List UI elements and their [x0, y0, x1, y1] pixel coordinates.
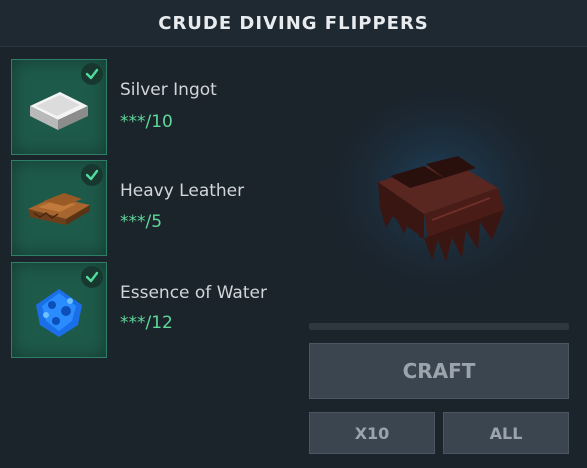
ingredient-quantity: ***/5 [120, 212, 163, 232]
ingredient-name: Heavy Leather [120, 181, 245, 201]
check-icon [81, 266, 103, 288]
silver-ingot-icon [30, 92, 88, 130]
title-bar: CRUDE DIVING FLIPPERS [0, 0, 587, 47]
heavy-leather-icon [28, 193, 90, 225]
ingredient-quantity: ***/12 [120, 313, 173, 333]
craft-x10-button[interactable]: X10 [309, 412, 435, 454]
ingredient-quantity: ***/10 [120, 112, 173, 132]
crude-diving-flippers-icon [320, 90, 560, 310]
check-icon [81, 63, 103, 85]
check-icon [81, 164, 103, 186]
ingredient-slot-heavy-leather[interactable] [11, 160, 107, 256]
essence-of-water-icon [36, 289, 82, 337]
ingredient-name: Silver Ingot [120, 80, 217, 100]
craft-all-button[interactable]: ALL [443, 412, 569, 454]
recipe-title: CRUDE DIVING FLIPPERS [158, 12, 429, 34]
craft-progress-bar [309, 323, 569, 330]
craft-button[interactable]: CRAFT [309, 343, 569, 399]
ingredient-slot-essence-of-water[interactable] [11, 262, 107, 358]
ingredient-name: Essence of Water [120, 283, 267, 303]
ingredient-slot-silver-ingot[interactable] [11, 59, 107, 155]
